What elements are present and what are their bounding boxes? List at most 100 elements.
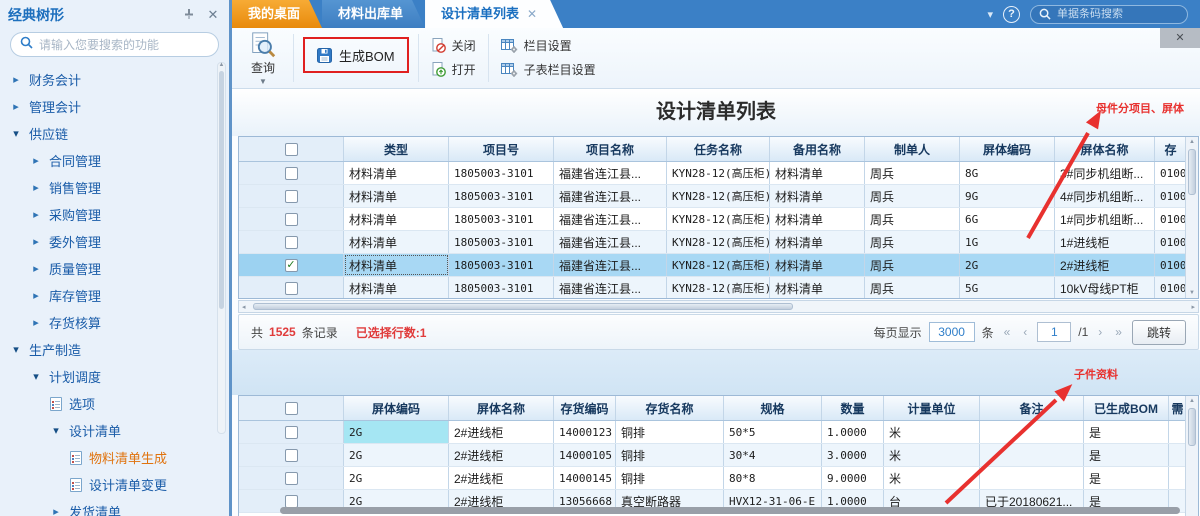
table-cell[interactable]: 周兵	[865, 162, 960, 184]
tree-item[interactable]: ▸管理会计	[0, 93, 229, 120]
tree-item[interactable]: ▸质量管理	[0, 255, 229, 282]
tree-item[interactable]: ▾设计清单	[0, 417, 229, 444]
page-size-input[interactable]	[929, 322, 975, 342]
table-cell[interactable]: 福建省连江县...	[554, 208, 667, 230]
select-all-checkbox[interactable]	[285, 143, 298, 156]
master-table-vscrollbar[interactable]: ▲ ▼	[1185, 137, 1198, 298]
table-cell[interactable]: 材料清单	[344, 185, 449, 207]
table-cell[interactable]: 材料清单	[344, 208, 449, 230]
tree-item[interactable]: ▸存货核算	[0, 309, 229, 336]
barcode-search-input[interactable]	[1057, 8, 1167, 20]
tree-item[interactable]: ▸库存管理	[0, 282, 229, 309]
table-cell[interactable]: KYN28-12(高压柜)	[667, 185, 770, 207]
column-header[interactable]: 存货名称	[616, 396, 724, 420]
column-header[interactable]: 规格	[724, 396, 822, 420]
chevron-right-icon[interactable]: ▸	[10, 73, 22, 86]
row-checkbox-cell[interactable]	[239, 444, 344, 466]
tree-item[interactable]: ▸采购管理	[0, 201, 229, 228]
column-header[interactable]: 类型	[344, 137, 449, 161]
table-cell[interactable]: 米	[884, 444, 980, 466]
table-cell[interactable]	[980, 444, 1084, 466]
tree-item[interactable]: 选项	[0, 390, 229, 417]
table-cell[interactable]: 材料清单	[770, 254, 865, 276]
table-cell[interactable]: 2G	[344, 444, 449, 466]
row-checkbox-cell[interactable]	[239, 185, 344, 207]
column-settings-button[interactable]: 栏目设置	[492, 35, 605, 56]
table-cell[interactable]: 周兵	[865, 254, 960, 276]
master-table-hscrollbar[interactable]: ◂ ▸	[238, 300, 1199, 313]
tree-item[interactable]: ▸发货清单	[0, 498, 229, 516]
column-header[interactable]: 屏体名称	[1055, 137, 1155, 161]
page-number-input[interactable]	[1037, 322, 1071, 342]
tab-overflow-close[interactable]: ✕	[1160, 28, 1200, 48]
scroll-down-icon[interactable]: ▼	[1186, 290, 1198, 296]
table-cell[interactable]: 10kV母线PT柜	[1055, 277, 1155, 299]
table-cell[interactable]: 1#同步机组断...	[1055, 208, 1155, 230]
table-cell[interactable]: 2G	[960, 254, 1055, 276]
table-cell[interactable]: 1805003-3101	[449, 254, 554, 276]
table-cell[interactable]: 010008	[1155, 185, 1187, 207]
table-cell[interactable]: 2#进线柜	[449, 421, 554, 443]
tab-my-desktop[interactable]: 我的桌面	[232, 0, 322, 28]
help-icon[interactable]: ?	[1003, 6, 1020, 23]
scroll-up-icon[interactable]: ▲	[1186, 139, 1198, 145]
column-header[interactable]: 屏体编码	[960, 137, 1055, 161]
row-checkbox-cell[interactable]	[239, 467, 344, 489]
select-all-checkbox[interactable]	[285, 402, 298, 415]
table-cell[interactable]: 铜排	[616, 444, 724, 466]
scrollbar-thumb[interactable]	[219, 71, 224, 309]
table-cell[interactable]: 3#同步机组断...	[1055, 162, 1155, 184]
table-cell[interactable]: 是	[1084, 421, 1169, 443]
chevron-right-icon[interactable]: ▸	[30, 289, 42, 302]
table-cell[interactable]: 1G	[960, 231, 1055, 253]
column-header[interactable]: 备注	[980, 396, 1084, 420]
table-cell[interactable]: 2#进线柜	[1055, 254, 1155, 276]
column-header[interactable]: 存货编码	[554, 396, 616, 420]
row-checkbox-cell[interactable]	[239, 162, 344, 184]
chevron-down-icon[interactable]: ▾	[987, 8, 993, 21]
table-cell[interactable]: KYN28-12(高压柜)	[667, 277, 770, 299]
chevron-right-icon[interactable]: ▸	[30, 154, 42, 167]
column-header[interactable]: 屏体名称	[449, 396, 554, 420]
column-header[interactable]: 项目号	[449, 137, 554, 161]
scroll-up-icon[interactable]: ▲	[218, 62, 225, 68]
table-cell[interactable]: 材料清单	[770, 208, 865, 230]
table-cell[interactable]: 2#进线柜	[449, 444, 554, 466]
chevron-right-icon[interactable]: ▸	[30, 208, 42, 221]
table-cell[interactable]: 14000105	[554, 444, 616, 466]
sidebar-search-input[interactable]	[39, 38, 209, 52]
row-checkbox[interactable]	[285, 190, 298, 203]
table-cell[interactable]: 9.0000	[822, 467, 884, 489]
scrollbar-thumb[interactable]	[253, 303, 793, 310]
tree-item[interactable]: 设计清单变更	[0, 471, 229, 498]
tree-item[interactable]: ▸财务会计	[0, 66, 229, 93]
table-cell[interactable]: 1805003-3101	[449, 208, 554, 230]
table-cell[interactable]: 是	[1084, 444, 1169, 466]
table-cell[interactable]: 1805003-3101	[449, 231, 554, 253]
table-cell[interactable]: 14000145	[554, 467, 616, 489]
table-cell[interactable]: 80*8	[724, 467, 822, 489]
tree-item[interactable]: ▾供应链	[0, 120, 229, 147]
column-header[interactable]: 存	[1155, 137, 1187, 161]
column-header[interactable]: 项目名称	[554, 137, 667, 161]
table-row[interactable]: ✓材料清单1805003-3101福建省连江县...KYN28-12(高压柜)材…	[239, 254, 1198, 277]
table-cell[interactable]: KYN28-12(高压柜)	[667, 254, 770, 276]
column-header[interactable]: 任务名称	[667, 137, 770, 161]
column-header[interactable]: 已生成BOM	[1084, 396, 1169, 420]
table-row[interactable]: 2G2#进线柜14000105铜排30*43.0000米是	[239, 444, 1198, 467]
table-cell[interactable]: 福建省连江县...	[554, 162, 667, 184]
table-cell[interactable]: 1#进线柜	[1055, 231, 1155, 253]
chevron-right-icon[interactable]: ▸	[30, 316, 42, 329]
scrollbar-thumb[interactable]	[1188, 408, 1196, 446]
detail-table-vscrollbar[interactable]: ▲	[1185, 396, 1198, 516]
table-cell[interactable]: 1805003-3101	[449, 162, 554, 184]
column-header[interactable]: 备用名称	[770, 137, 865, 161]
table-cell[interactable]: 4#同步机组断...	[1055, 185, 1155, 207]
chevron-down-icon[interactable]: ▾	[50, 424, 62, 437]
sidebar-scrollbar[interactable]: ▲	[217, 62, 226, 434]
table-cell[interactable]: 材料清单	[344, 277, 449, 299]
row-checkbox-cell[interactable]	[239, 208, 344, 230]
query-button[interactable]: 查询 ▼	[236, 30, 290, 86]
table-cell[interactable]: 米	[884, 467, 980, 489]
chevron-down-icon[interactable]: ▾	[30, 370, 42, 383]
